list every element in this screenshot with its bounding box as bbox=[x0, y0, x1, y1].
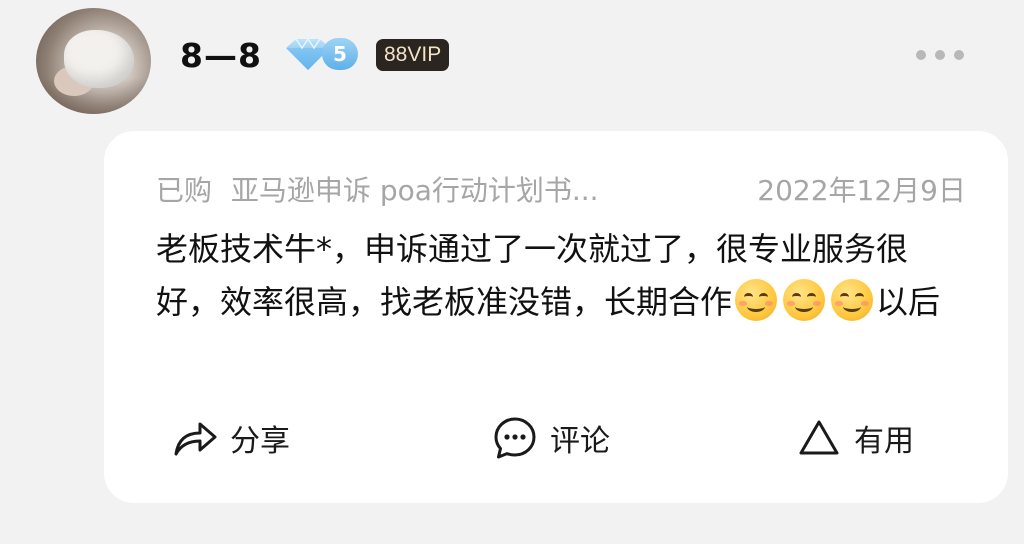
comment-label: 评论 bbox=[550, 424, 610, 459]
share-arrow-icon bbox=[174, 422, 217, 456]
useful-button[interactable]: 有用 bbox=[796, 413, 914, 463]
review-page: 8—8 5 88VIP 已购 亚马逊申诉 poa行动计划书... 2022年12… bbox=[0, 0, 1024, 544]
vip-badge: 88VIP bbox=[376, 39, 450, 71]
smiling-face-emoji bbox=[735, 279, 778, 321]
share-button[interactable]: 分享 bbox=[172, 413, 290, 463]
review-date: 2022年12月9日 bbox=[757, 174, 966, 207]
share-label: 分享 bbox=[230, 424, 290, 459]
username[interactable]: 8—8 bbox=[180, 36, 262, 75]
user-level-badge: 5 bbox=[322, 38, 358, 70]
product-link[interactable]: 亚马逊申诉 poa行动计划书... bbox=[231, 169, 599, 209]
triangle-icon bbox=[799, 420, 839, 455]
review-card: 已购 亚马逊申诉 poa行动计划书... 2022年12月9日 老板技术牛*，申… bbox=[104, 131, 1008, 503]
purchased-label: 已购 bbox=[156, 174, 213, 207]
review-meta: 已购 亚马逊申诉 poa行动计划书... 2022年12月9日 bbox=[156, 169, 966, 209]
review-actions: 分享 评论 有用 bbox=[104, 413, 1008, 463]
comment-button[interactable]: 评论 bbox=[492, 413, 610, 463]
avatar[interactable] bbox=[36, 8, 151, 114]
review-text: 老板技术牛*，申诉通过了一次就过了，很专业服务很好，效率很高，找老板准没错，长期… bbox=[156, 223, 956, 329]
smiling-face-emoji bbox=[831, 279, 874, 321]
comment-bubble-icon bbox=[494, 417, 536, 459]
review-body-end: 以后 bbox=[876, 283, 941, 321]
smiling-face-emoji bbox=[783, 279, 826, 321]
useful-label: 有用 bbox=[854, 424, 914, 459]
more-dots-icon[interactable] bbox=[916, 48, 964, 62]
